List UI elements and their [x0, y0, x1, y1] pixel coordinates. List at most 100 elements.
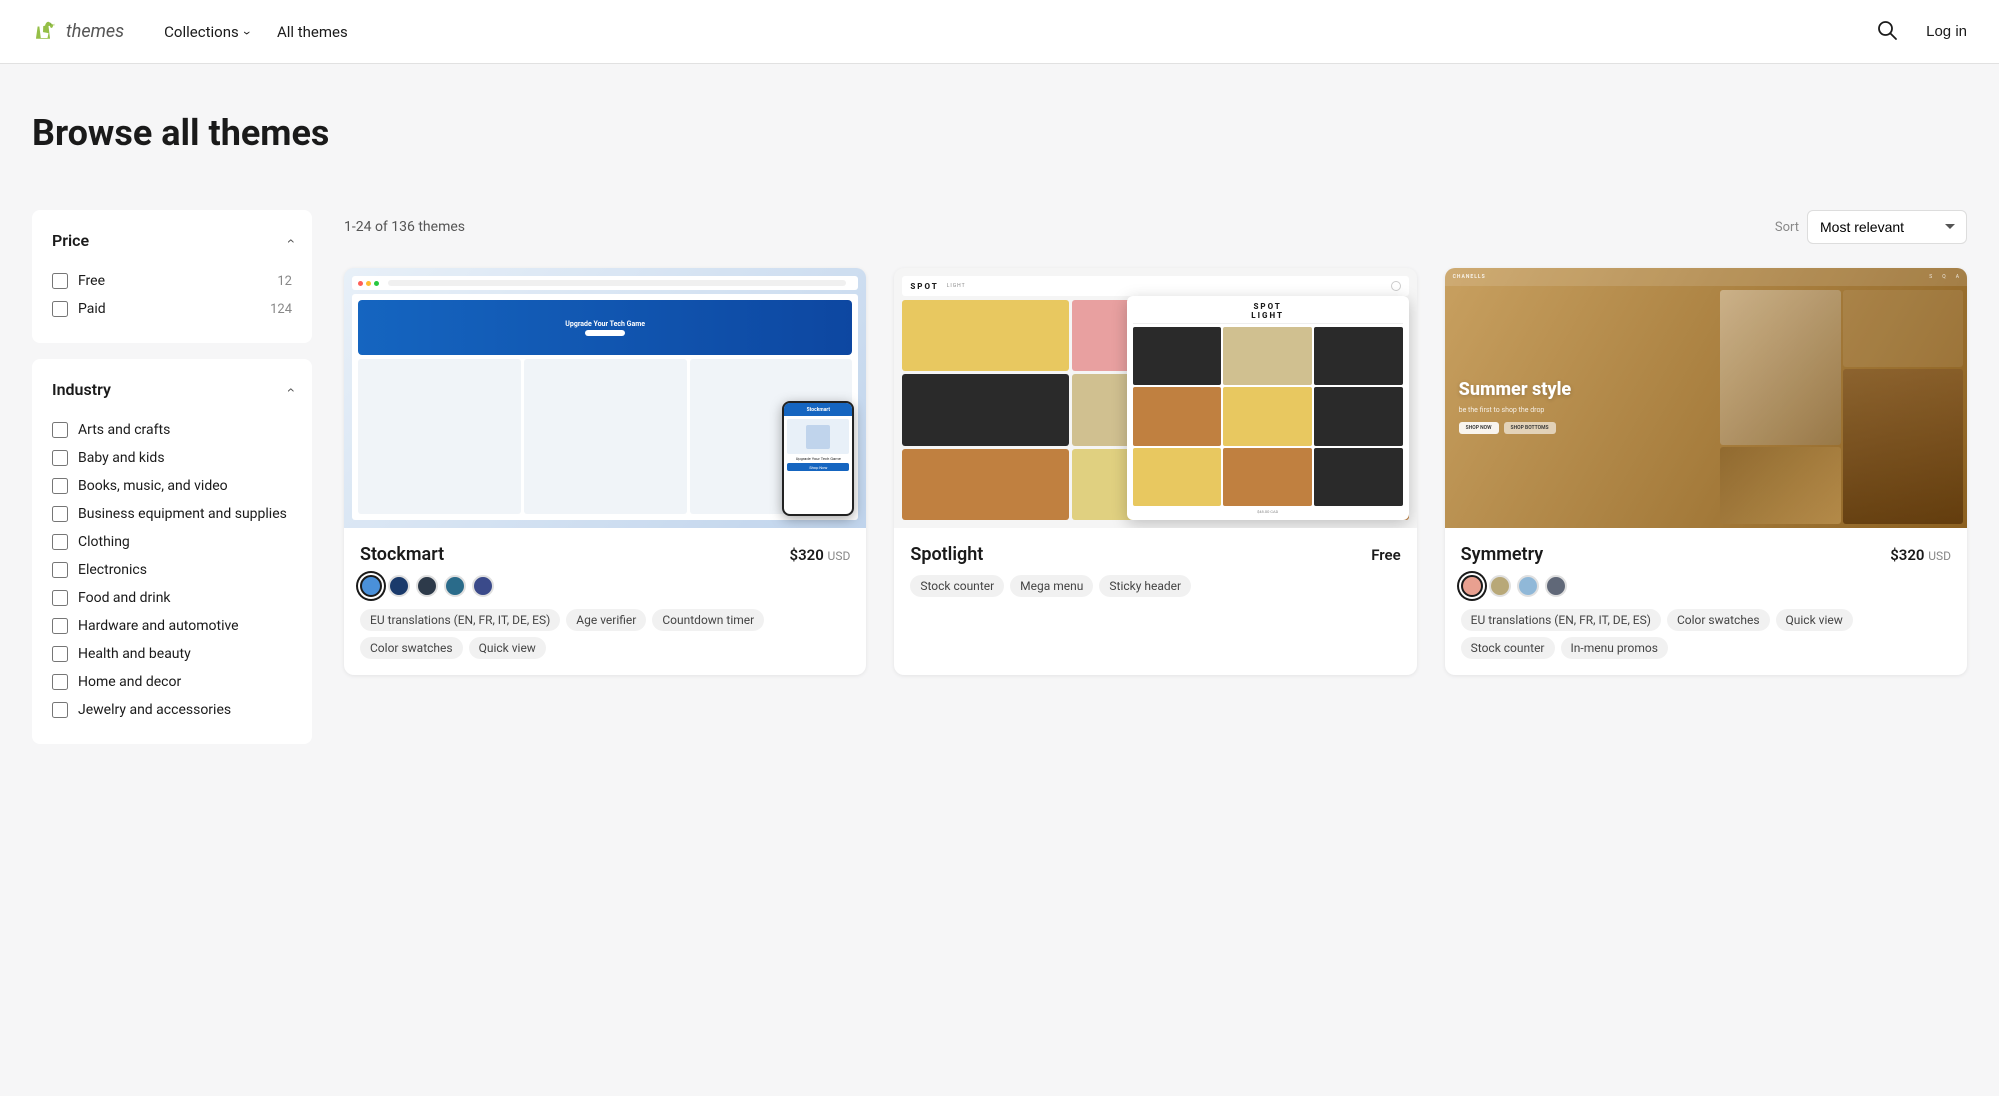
price-filter-item-left: Free	[52, 273, 105, 289]
theme-tag: Quick view	[1776, 609, 1853, 631]
industry-filter-checkbox[interactable]	[52, 478, 68, 494]
industry-filter-checkbox[interactable]	[52, 450, 68, 466]
industry-filter-label: Food and drink	[78, 590, 171, 606]
theme-card[interactable]: SPOT LIGHT SPOTLIGHT	[894, 268, 1416, 675]
industry-filter-checkbox[interactable]	[52, 562, 68, 578]
theme-tag: Color swatches	[1667, 609, 1770, 631]
industry-filter-item-left: Home and decor	[52, 674, 181, 690]
industry-filter-item-left: Baby and kids	[52, 450, 165, 466]
price-filter-items: Free 12 Paid 124	[52, 267, 292, 323]
color-swatch[interactable]	[1545, 575, 1567, 597]
theme-name: Spotlight	[910, 544, 983, 565]
login-button[interactable]: Log in	[1926, 23, 1967, 40]
search-icon	[1876, 19, 1898, 41]
color-swatch[interactable]	[388, 575, 410, 597]
themes-grid: Upgrade Your Tech Game Stockmart	[344, 268, 1967, 675]
theme-tag: EU translations (EN, FR, IT, DE, ES)	[360, 609, 560, 631]
industry-filter-checkbox[interactable]	[52, 506, 68, 522]
theme-name: Symmetry	[1461, 544, 1544, 565]
industry-filter-label: Clothing	[78, 534, 130, 550]
price-filter-toggle[interactable]	[285, 230, 292, 251]
industry-filter-checkbox[interactable]	[52, 590, 68, 606]
industry-filter-items: Arts and crafts Baby and kids Books, mus…	[52, 416, 292, 724]
color-swatch[interactable]	[1489, 575, 1511, 597]
price-filter-count: 12	[277, 274, 292, 289]
industry-filter-label: Baby and kids	[78, 450, 165, 466]
theme-tag: Mega menu	[1010, 575, 1093, 597]
page-title: Browse all themes	[32, 112, 1967, 154]
logo-text: themes	[66, 21, 124, 42]
industry-filter-label: Business equipment and supplies	[78, 506, 287, 522]
theme-tag: Age verifier	[566, 609, 646, 631]
theme-card[interactable]: CHANELLS S Q A Summer style be the first…	[1445, 268, 1967, 675]
theme-price-unit: USD	[1928, 549, 1951, 563]
sort-select[interactable]: Most relevantNewestPrice: Low to HighPri…	[1807, 210, 1967, 244]
industry-filter-item: Health and beauty	[52, 640, 292, 668]
theme-tag: Color swatches	[360, 637, 463, 659]
color-swatches	[360, 575, 850, 597]
theme-price: $320 USD	[1890, 546, 1951, 564]
industry-filter-item: Business equipment and supplies	[52, 500, 292, 528]
color-swatch[interactable]	[1517, 575, 1539, 597]
search-button[interactable]	[1872, 15, 1902, 48]
sort-label: Sort	[1775, 220, 1799, 235]
industry-filter-item: Food and drink	[52, 584, 292, 612]
industry-filter-section: Industry Arts and crafts Baby and kids B…	[32, 359, 312, 744]
theme-card[interactable]: Upgrade Your Tech Game Stockmart	[344, 268, 866, 675]
shopify-icon	[32, 18, 60, 46]
theme-tag: Stock counter	[1461, 637, 1555, 659]
industry-filter-checkbox[interactable]	[52, 674, 68, 690]
color-swatches	[1461, 575, 1951, 597]
theme-price: $320 USD	[790, 546, 851, 564]
navigation: themes Collections All themes Log in	[0, 0, 1999, 64]
industry-filter-checkbox[interactable]	[52, 422, 68, 438]
main-content: 1-24 of 136 themes Sort Most relevantNew…	[344, 210, 1967, 760]
industry-filter-item: Clothing	[52, 528, 292, 556]
industry-filter-item-left: Business equipment and supplies	[52, 506, 287, 522]
industry-filter-item: Arts and crafts	[52, 416, 292, 444]
color-swatch[interactable]	[472, 575, 494, 597]
theme-info: Symmetry$320 USDEU translations (EN, FR,…	[1445, 528, 1967, 675]
industry-filter-checkbox[interactable]	[52, 702, 68, 718]
theme-info: Stockmart $320 USD EU translations (EN, FR…	[344, 528, 866, 675]
theme-tag: Quick view	[469, 637, 546, 659]
theme-tag: Sticky header	[1099, 575, 1191, 597]
collections-chevron-icon	[243, 23, 249, 41]
industry-filter-checkbox[interactable]	[52, 646, 68, 662]
price-filter-item-left: Paid	[52, 301, 106, 317]
all-themes-link[interactable]: All themes	[277, 23, 348, 41]
industry-filter-item: Books, music, and video	[52, 472, 292, 500]
price-filter-header: Price	[52, 230, 292, 251]
sort-container: Sort Most relevantNewestPrice: Low to Hi…	[1775, 210, 1967, 244]
industry-filter-item-left: Food and drink	[52, 590, 171, 606]
theme-price: Free	[1371, 546, 1400, 564]
industry-filter-label: Health and beauty	[78, 646, 191, 662]
theme-name: Stockmart	[360, 544, 444, 565]
price-filter-title: Price	[52, 231, 89, 250]
industry-filter-checkbox[interactable]	[52, 534, 68, 550]
logo[interactable]: themes	[32, 18, 124, 46]
price-filter-count: 124	[270, 302, 292, 317]
industry-filter-toggle[interactable]	[285, 379, 292, 400]
theme-preview: Upgrade Your Tech Game Stockmart	[344, 268, 866, 528]
color-swatch[interactable]	[444, 575, 466, 597]
color-swatch[interactable]	[360, 575, 382, 597]
industry-filter-item-left: Health and beauty	[52, 646, 191, 662]
price-filter-checkbox[interactable]	[52, 273, 68, 289]
color-swatch[interactable]	[1461, 575, 1483, 597]
nav-links: Collections All themes	[164, 23, 1872, 41]
industry-filter-item: Jewelry and accessories	[52, 696, 292, 724]
theme-price-unit: USD	[828, 549, 851, 563]
theme-name-row: Spotlight Free	[910, 544, 1400, 565]
collections-link[interactable]: Collections	[164, 23, 249, 41]
industry-filter-checkbox[interactable]	[52, 618, 68, 634]
industry-filter-item: Hardware and automotive	[52, 612, 292, 640]
color-swatch[interactable]	[416, 575, 438, 597]
industry-filter-item: Baby and kids	[52, 444, 292, 472]
industry-filter-item-left: Books, music, and video	[52, 478, 228, 494]
price-filter-checkbox[interactable]	[52, 301, 68, 317]
industry-filter-label: Books, music, and video	[78, 478, 228, 494]
main-layout: Price Free 12 Paid 124 Industry Arts and…	[0, 186, 1999, 784]
price-filter-item: Paid 124	[52, 295, 292, 323]
industry-filter-label: Arts and crafts	[78, 422, 170, 438]
